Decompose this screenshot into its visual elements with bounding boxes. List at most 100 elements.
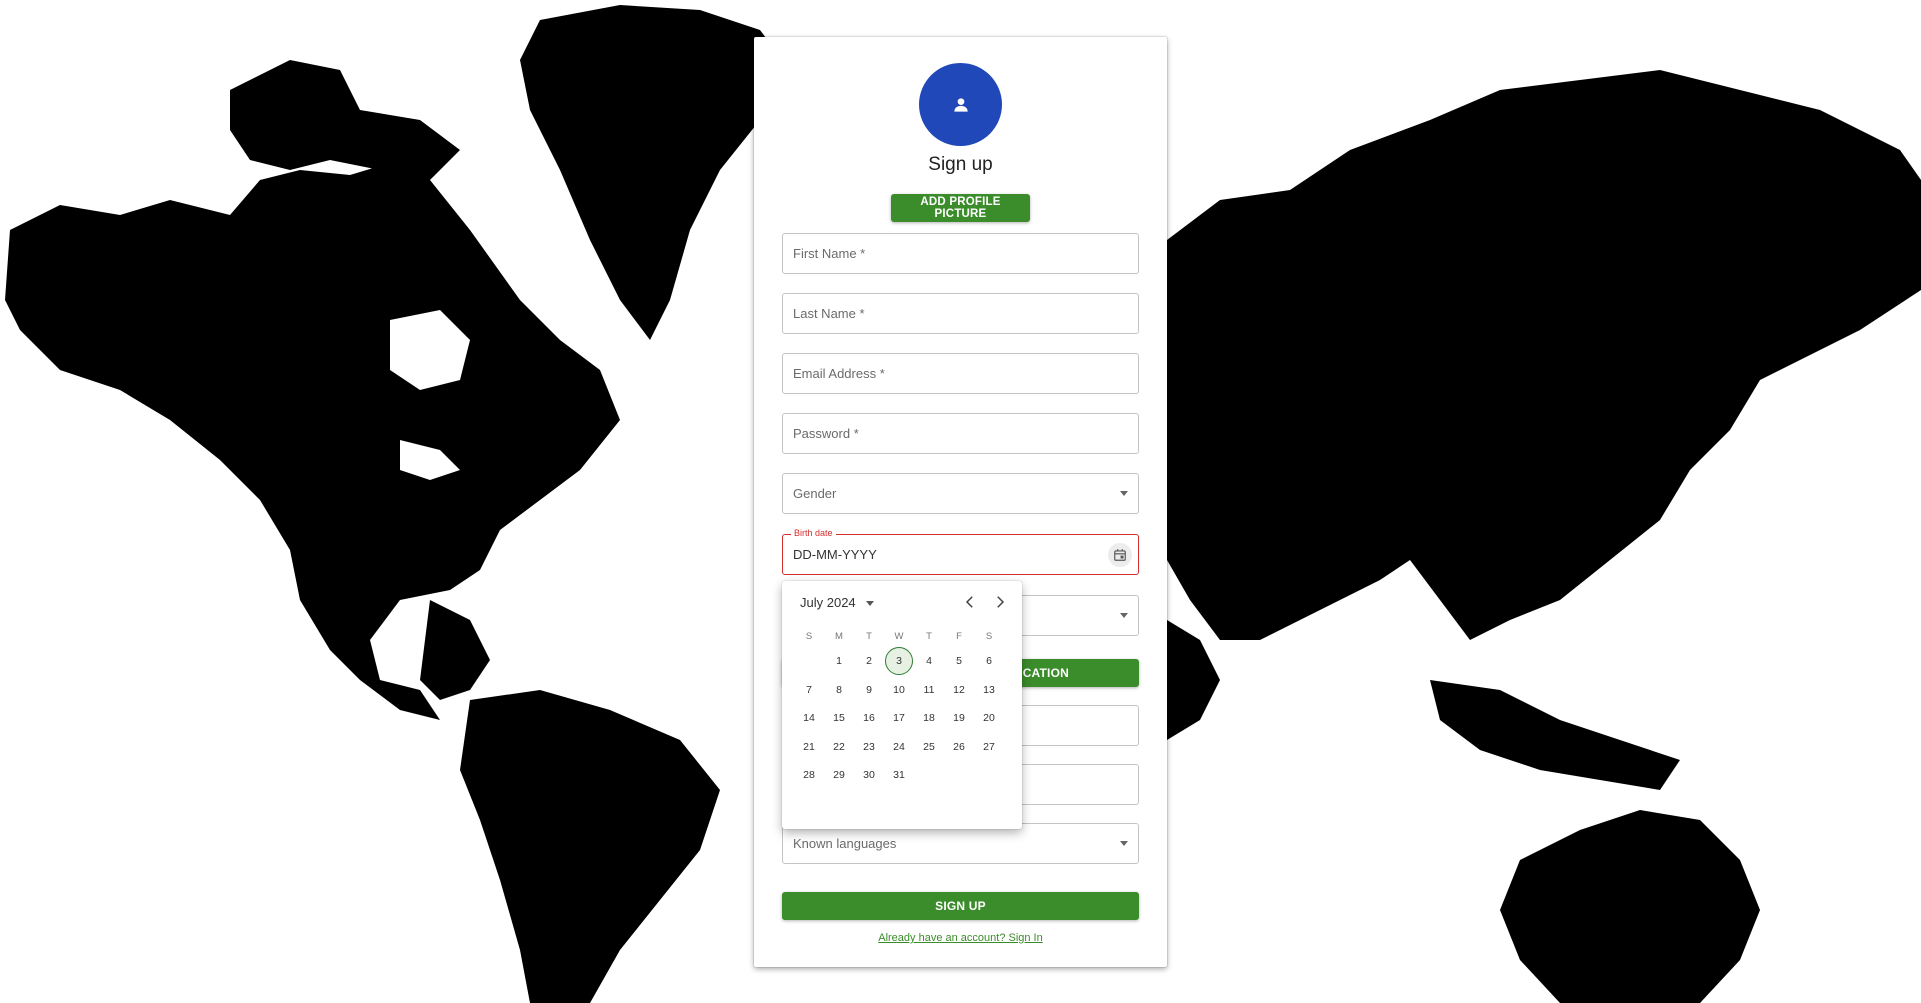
gender-placeholder: Gender — [793, 486, 837, 501]
calendar-day[interactable]: 20 — [974, 704, 1004, 732]
last-name-field[interactable]: Last Name * — [782, 293, 1139, 334]
calendar-day[interactable]: 8 — [824, 676, 854, 704]
calendar-day-number: 11 — [923, 683, 935, 696]
calendar-day-number: 14 — [803, 712, 815, 725]
chevron-left-icon[interactable] — [961, 593, 979, 611]
month-year-label[interactable]: July 2024 — [800, 595, 856, 610]
calendar-day-number: 12 — [953, 683, 965, 696]
calendar-day[interactable]: 14 — [794, 704, 824, 732]
avatar — [919, 63, 1002, 146]
first-name-field[interactable]: First Name * — [782, 233, 1139, 274]
calendar-day-number: 31 — [893, 769, 905, 782]
calendar-day-number: 18 — [923, 712, 935, 725]
chevron-down-icon — [1120, 491, 1128, 496]
calendar-day[interactable]: 16 — [854, 704, 884, 732]
calendar-day-number: 15 — [833, 712, 845, 725]
calendar-day-number: 27 — [983, 740, 995, 753]
sign-in-link[interactable]: Already have an account? Sign In — [754, 932, 1167, 944]
page-title: Sign up — [928, 154, 993, 175]
calendar-day-number: 3 — [885, 647, 913, 676]
calendar-day-number: 2 — [866, 655, 872, 668]
calendar-day-number: 19 — [953, 712, 965, 725]
known-languages-placeholder: Known languages — [793, 836, 897, 851]
calendar-day-number: 10 — [893, 683, 905, 696]
calendar-day-number: 29 — [833, 769, 845, 782]
map-greenland — [520, 5, 790, 340]
map-africa-edge — [1167, 620, 1220, 740]
calendar-week-row: 1 234 5 6 — [794, 647, 1004, 676]
calendar-icon[interactable] — [1108, 543, 1132, 567]
first-name-placeholder: First Name * — [793, 246, 866, 261]
password-field[interactable]: Password * — [782, 413, 1139, 454]
calendar-week-row: 14 15 16 17 18 19 20 — [794, 704, 1004, 733]
calendar-empty-cell — [974, 761, 1004, 789]
email-field[interactable]: Email Address * — [782, 353, 1139, 394]
calendar-day-number: 21 — [803, 740, 815, 753]
known-languages-select[interactable]: Known languages — [782, 823, 1139, 864]
verification-label: ICATION — [1019, 666, 1069, 680]
birth-date-value: DD-MM-YYYY — [793, 547, 877, 562]
birth-date-field[interactable]: Birth date DD-MM-YYYY — [782, 528, 1139, 575]
calendar-day-number: 20 — [983, 712, 995, 725]
calendar-day[interactable]: 27 — [974, 733, 1004, 761]
calendar-day[interactable]: 19 — [944, 704, 974, 732]
calendar-day[interactable]: 13 — [974, 676, 1004, 704]
gender-select[interactable]: Gender — [782, 473, 1139, 514]
calendar-empty-cell — [914, 761, 944, 789]
calendar-day[interactable]: 17 — [884, 704, 914, 732]
sign-up-button[interactable]: SIGN UP — [782, 892, 1139, 920]
chevron-down-icon[interactable] — [866, 601, 874, 606]
map-arctic-islands — [230, 60, 460, 180]
last-name-placeholder: Last Name * — [793, 306, 865, 321]
calendar-day[interactable]: 30 — [854, 761, 884, 789]
calendar-day[interactable]: 10 — [884, 676, 914, 704]
calendar-week-row: 28 29 30 31 — [794, 761, 1004, 790]
calendar-day[interactable]: 22 — [824, 733, 854, 761]
calendar-day-number: 24 — [893, 740, 905, 753]
map-se-asia — [1430, 680, 1680, 790]
weekday-label: F — [956, 630, 962, 642]
calendar-day-number: 4 — [926, 655, 932, 668]
calendar-day[interactable]: 18 — [914, 704, 944, 732]
calendar-day-number: 23 — [863, 740, 875, 753]
calendar-empty-cell — [944, 761, 974, 789]
person-icon — [953, 97, 968, 112]
calendar-day[interactable]: 2 — [854, 647, 884, 675]
calendar-day[interactable]: 24 — [884, 733, 914, 761]
calendar-day[interactable]: 7 — [794, 676, 824, 704]
calendar-day-number: 30 — [863, 769, 875, 782]
weekday-label: M — [835, 630, 843, 642]
calendar-day[interactable]: 29 — [824, 761, 854, 789]
weekday-label: W — [894, 630, 904, 642]
calendar-day[interactable]: 15 — [824, 704, 854, 732]
calendar-day[interactable]: 9 — [854, 676, 884, 704]
calendar-day[interactable]: 31 — [884, 761, 914, 789]
calendar-day-number: 5 — [956, 655, 962, 668]
calendar-day-number: 9 — [866, 683, 872, 696]
calendar-day[interactable]: 5 — [944, 647, 974, 675]
calendar-day[interactable]: 6 — [974, 647, 1004, 675]
weekday-label: T — [926, 630, 932, 642]
map-south-america — [460, 690, 720, 1003]
map-eurasia — [1167, 70, 1921, 640]
calendar-day[interactable]: 1 — [824, 647, 854, 675]
chevron-right-icon[interactable] — [991, 593, 1009, 611]
calendar-day-number: 28 — [803, 769, 815, 782]
add-profile-picture-button[interactable]: ADD PROFILE PICTURE — [891, 194, 1030, 222]
calendar-day[interactable]: 23 — [854, 733, 884, 761]
calendar-day-number: 1 — [836, 655, 842, 668]
map-australia — [1500, 810, 1760, 1003]
map-central-america — [420, 600, 490, 700]
calendar-day[interactable]: 12 — [944, 676, 974, 704]
calendar-day[interactable]: 25 — [914, 733, 944, 761]
calendar-day[interactable]: 3 — [884, 647, 914, 676]
calendar-day[interactable]: 28 — [794, 761, 824, 789]
calendar-day-number: 7 — [806, 683, 812, 696]
calendar-day[interactable]: 21 — [794, 733, 824, 761]
date-picker-popup: July 2024 SMTWTFS 1 2 3 4 5 6 7 8 9 10 11 12 13 14 15 1… — [782, 581, 1022, 829]
calendar-day-number: 17 — [893, 712, 905, 725]
calendar-day[interactable]: 11 — [914, 676, 944, 704]
calendar-day[interactable]: 26 — [944, 733, 974, 761]
calendar-day[interactable]: 4 — [914, 647, 944, 675]
calendar-day-number: 26 — [953, 740, 965, 753]
